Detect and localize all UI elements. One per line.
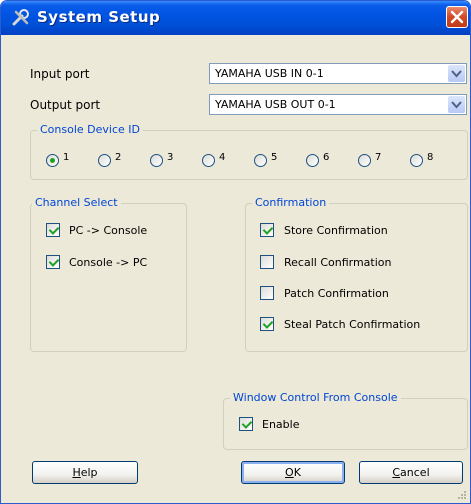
console-device-id-title: Console Device ID (37, 123, 143, 136)
enable-checkbox[interactable] (239, 417, 253, 431)
input-port-select[interactable]: YAMAHA USB IN 0-1 (209, 63, 467, 84)
enable-label: Enable (262, 418, 300, 431)
tools-icon (12, 9, 29, 26)
device-id-radio-3[interactable] (150, 154, 163, 167)
input-port-value: YAMAHA USB IN 0-1 (215, 67, 324, 80)
cancel-mnemonic: C (392, 466, 401, 479)
pc-to-console-checkbox[interactable] (46, 223, 60, 237)
channel-select-title: Channel Select (32, 196, 121, 209)
output-port-value: YAMAHA USB OUT 0-1 (215, 98, 336, 111)
device-id-label-7: 7 (375, 152, 382, 163)
device-id-label-2: 2 (115, 152, 122, 163)
title-bar[interactable]: System Setup (1, 1, 470, 35)
steal-patch-confirmation-checkbox[interactable] (260, 317, 274, 331)
resize-grip-icon[interactable] (455, 488, 467, 500)
cancel-label: ancel (400, 466, 430, 479)
device-id-label-4: 4 (219, 152, 226, 163)
ok-mnemonic: O (285, 466, 294, 479)
device-id-label-5: 5 (271, 152, 278, 163)
device-id-radio-1[interactable] (46, 154, 59, 167)
device-id-radio-6[interactable] (306, 154, 319, 167)
store-confirmation-label: Store Confirmation (284, 224, 388, 237)
output-port-select[interactable]: YAMAHA USB OUT 0-1 (209, 94, 467, 115)
store-confirmation-checkbox[interactable] (260, 223, 274, 237)
chevron-down-icon[interactable] (448, 96, 465, 113)
console-device-id-group: Console Device ID (30, 123, 468, 180)
recall-confirmation-checkbox[interactable] (260, 255, 274, 269)
device-id-radio-2[interactable] (98, 154, 111, 167)
chevron-down-icon[interactable] (448, 65, 465, 82)
help-mnemonic: H (72, 466, 81, 479)
device-id-radio-7[interactable] (358, 154, 371, 167)
device-id-radio-4[interactable] (202, 154, 215, 167)
pc-to-console-label: PC -> Console (69, 224, 148, 237)
help-label: elp (80, 466, 98, 479)
ok-button[interactable]: OK (241, 461, 345, 484)
device-id-label-3: 3 (167, 152, 174, 163)
close-button[interactable] (446, 6, 468, 28)
patch-confirmation-checkbox[interactable] (260, 286, 274, 300)
cancel-button[interactable]: Cancel (359, 461, 463, 484)
console-to-pc-label: Console -> PC (69, 256, 148, 269)
device-id-label-1: 1 (63, 152, 70, 163)
console-to-pc-checkbox[interactable] (46, 255, 60, 269)
confirmation-title: Confirmation (252, 196, 330, 209)
steal-patch-confirmation-label: Steal Patch Confirmation (284, 318, 421, 331)
window-title: System Setup (37, 8, 161, 26)
recall-confirmation-label: Recall Confirmation (284, 256, 392, 269)
ok-label: K (293, 466, 301, 479)
patch-confirmation-label: Patch Confirmation (284, 287, 389, 300)
output-port-label: Output port (30, 98, 101, 112)
window-control-group: Window Control From Console (223, 391, 468, 450)
device-id-label-8: 8 (427, 152, 434, 163)
system-setup-dialog: System Setup Input port YAMAHA USB IN 0-… (0, 0, 471, 504)
input-port-label: Input port (30, 67, 90, 81)
window-control-title: Window Control From Console (230, 391, 401, 404)
device-id-radio-8[interactable] (410, 154, 423, 167)
close-icon (450, 10, 464, 24)
help-button[interactable]: Help (32, 461, 138, 484)
device-id-radio-5[interactable] (254, 154, 267, 167)
device-id-label-6: 6 (323, 152, 330, 163)
